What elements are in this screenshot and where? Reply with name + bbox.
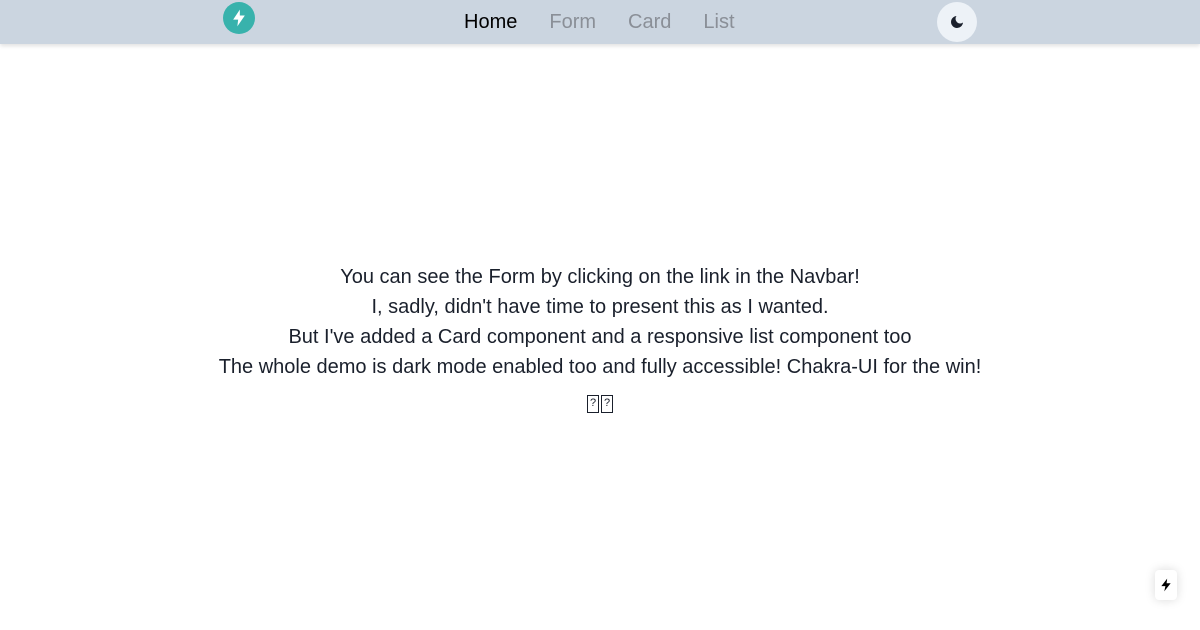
- navbar: Home Form Card List: [0, 0, 1200, 44]
- logo[interactable]: [223, 2, 255, 34]
- lightning-bolt-icon: [1161, 578, 1171, 592]
- nav-link-home[interactable]: Home: [448, 0, 533, 44]
- nav-link-list[interactable]: List: [687, 0, 750, 44]
- emoji-placeholder: ?: [587, 395, 599, 413]
- intro-text: You can see the Form by clicking on the …: [0, 262, 1200, 413]
- intro-line-1: You can see the Form by clicking on the …: [340, 266, 860, 288]
- intro-line-4: The whole demo is dark mode enabled too …: [218, 356, 982, 378]
- emoji-line: ??: [0, 382, 1200, 413]
- intro-line-2: I, sadly, didn't have time to present th…: [371, 296, 829, 318]
- emoji-placeholder: ?: [601, 395, 613, 413]
- nav-link-form[interactable]: Form: [533, 0, 612, 44]
- nav-links: Home Form Card List: [448, 0, 751, 44]
- build-indicator[interactable]: [1155, 570, 1177, 600]
- moon-icon: [951, 16, 963, 28]
- intro-line-3: But I've added a Card component and a re…: [288, 326, 912, 348]
- theme-toggle-button[interactable]: [937, 2, 977, 42]
- nav-link-card[interactable]: Card: [612, 0, 687, 44]
- lightning-bolt-icon: [233, 9, 245, 27]
